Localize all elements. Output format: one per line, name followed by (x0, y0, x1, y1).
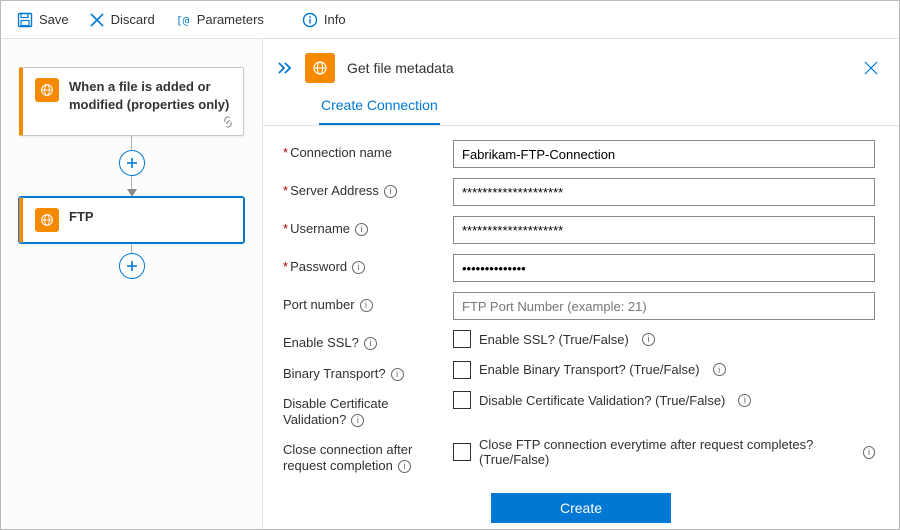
add-step-button-2[interactable] (119, 253, 145, 279)
panel-icon (305, 53, 335, 83)
discard-label: Discard (111, 12, 155, 27)
disable-cert-label: Disable Certificate Validation?i (283, 391, 453, 427)
binary-transport-checkbox[interactable] (453, 361, 471, 379)
info-button[interactable]: Info (294, 8, 354, 32)
tab-row: Create Connection (263, 83, 899, 125)
svg-text:[@]: [@] (176, 14, 191, 27)
close-conn-checkbox-label: Close FTP connection everytime after req… (479, 437, 850, 467)
add-step-button-1[interactable] (119, 150, 145, 176)
username-input[interactable] (453, 216, 875, 244)
info-icon[interactable]: i (360, 299, 373, 312)
parameters-label: Parameters (197, 12, 264, 27)
info-icon[interactable]: i (384, 185, 397, 198)
discard-button[interactable]: Discard (81, 8, 163, 32)
binary-transport-label: Binary Transport?i (283, 361, 453, 382)
connection-name-input[interactable] (453, 140, 875, 168)
close-conn-label: Close connection after request completio… (283, 437, 453, 473)
link-icon (221, 115, 235, 129)
main-split: When a file is added or modified (proper… (1, 39, 899, 529)
info-icon[interactable]: i (863, 446, 875, 459)
save-label: Save (39, 12, 69, 27)
form-area: *Connection name *Server Addressi *Usern… (263, 126, 899, 489)
arrow-icon (127, 189, 137, 197)
enable-ssl-label: Enable SSL?i (283, 330, 453, 351)
connector-2 (19, 243, 244, 279)
disable-cert-checkbox-label: Disable Certificate Validation? (True/Fa… (479, 393, 725, 408)
info-icon[interactable]: i (364, 337, 377, 350)
tab-create-connection[interactable]: Create Connection (319, 91, 440, 125)
connection-name-label: *Connection name (283, 140, 453, 161)
save-button[interactable]: Save (9, 8, 77, 32)
password-label: *Passwordi (283, 254, 453, 275)
server-address-input[interactable] (453, 178, 875, 206)
info-icon[interactable]: i (391, 368, 404, 381)
settings-panel: Get file metadata Create Connection *Con… (263, 39, 899, 529)
app-root: Save Discard [@] Parameters Info When a (0, 0, 900, 530)
info-label: Info (324, 12, 346, 27)
password-input[interactable] (453, 254, 875, 282)
trigger-card[interactable]: When a file is added or modified (proper… (19, 67, 244, 136)
username-label: *Usernamei (283, 216, 453, 237)
port-input[interactable] (453, 292, 875, 320)
binary-transport-checkbox-label: Enable Binary Transport? (True/False) (479, 362, 700, 377)
close-conn-checkbox[interactable] (453, 443, 471, 461)
create-button[interactable]: Create (491, 493, 671, 523)
info-icon[interactable]: i (352, 261, 365, 274)
info-icon[interactable]: i (642, 333, 655, 346)
info-icon[interactable]: i (713, 363, 726, 376)
save-icon (17, 12, 33, 28)
panel-title: Get file metadata (347, 60, 863, 76)
parameters-icon: [@] (175, 12, 191, 28)
designer-pane: When a file is added or modified (proper… (1, 39, 263, 529)
enable-ssl-checkbox-label: Enable SSL? (True/False) (479, 332, 629, 347)
ftp-action-icon (35, 208, 59, 232)
info-icon[interactable]: i (398, 460, 411, 473)
enable-ssl-checkbox[interactable] (453, 330, 471, 348)
discard-icon (89, 12, 105, 28)
collapse-panel-button[interactable] (277, 61, 295, 75)
ftp-card-title: FTP (69, 208, 94, 226)
ftp-action-card[interactable]: FTP (19, 197, 244, 243)
toolbar: Save Discard [@] Parameters Info (1, 1, 899, 39)
create-bar: Create (263, 489, 899, 529)
ftp-trigger-icon (35, 78, 59, 102)
connector-1 (19, 136, 244, 197)
parameters-button[interactable]: [@] Parameters (167, 8, 272, 32)
port-label: Port numberi (283, 292, 453, 313)
info-icon[interactable]: i (351, 414, 364, 427)
info-icon (302, 12, 318, 28)
trigger-card-title: When a file is added or modified (proper… (69, 78, 231, 113)
server-address-label: *Server Addressi (283, 178, 453, 199)
info-icon[interactable]: i (738, 394, 751, 407)
panel-header: Get file metadata (263, 39, 899, 83)
info-icon[interactable]: i (355, 223, 368, 236)
disable-cert-checkbox[interactable] (453, 391, 471, 409)
close-panel-button[interactable] (863, 60, 879, 76)
